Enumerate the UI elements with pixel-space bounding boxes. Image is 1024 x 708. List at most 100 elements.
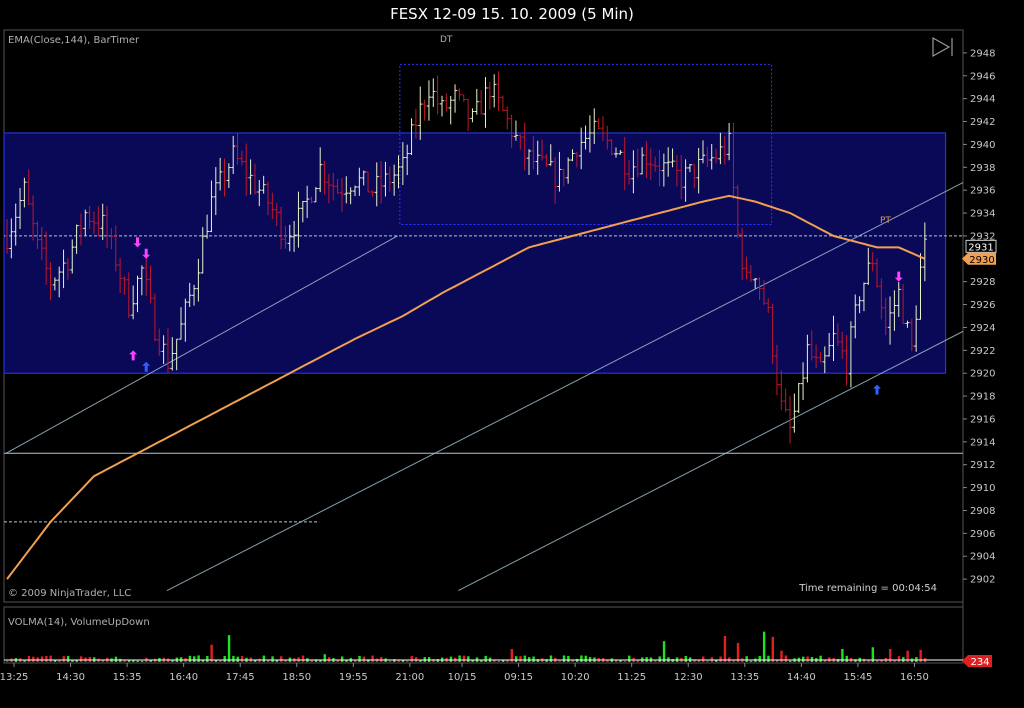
- volume-panel-frame: [3, 606, 964, 664]
- price-tick-label: 2928: [970, 277, 995, 288]
- svg-text:2930: 2930: [969, 255, 994, 266]
- volume-bar: [523, 655, 527, 662]
- price-tick-label: 2922: [970, 346, 995, 357]
- volume-bar: [723, 636, 727, 662]
- volume-bar: [88, 656, 92, 662]
- volume-bar: [284, 660, 287, 662]
- price-tick-label: 2908: [970, 506, 995, 517]
- volume-bar: [762, 631, 766, 662]
- volume-bar: [127, 660, 131, 662]
- volume-bar: [706, 660, 709, 662]
- price-tick-label: 2924: [970, 323, 995, 334]
- price-tick-label: 2920: [970, 369, 995, 380]
- volume-bar: [27, 655, 31, 662]
- price-axis[interactable]: 2902 2904 2906 2908 2910 2912 2914 2916 2918 2920…: [963, 48, 995, 586]
- volume-bar: [845, 655, 848, 662]
- volume-bar: [549, 655, 553, 662]
- volume-bar: [662, 641, 666, 662]
- volume-bar: [684, 655, 687, 662]
- time-tick-label: 15:45: [843, 672, 872, 683]
- volume-bar: [32, 656, 35, 662]
- volume-bar: [323, 654, 326, 662]
- volume-bar: [45, 655, 48, 662]
- volume-bar: [240, 656, 244, 662]
- volume-bar: [749, 660, 753, 662]
- time-tick-label: 14:30: [56, 672, 85, 683]
- volume-bar: [380, 656, 383, 662]
- time-axis[interactable]: 13:25 14:30 15:35 16:40 17:45 18:50 19:55 21:00…: [0, 663, 929, 683]
- price-tick-label: 2902: [970, 575, 995, 586]
- volume-bar: [458, 655, 461, 662]
- volume-bar: [219, 660, 222, 662]
- volume-bar: [876, 660, 879, 662]
- volume-bar: [519, 656, 522, 662]
- volume-bar: [628, 655, 631, 662]
- volume-bar: [223, 656, 226, 662]
- volume-bar: [140, 660, 144, 662]
- price-tick-label: 2946: [970, 71, 995, 82]
- volume-bar: [619, 660, 622, 662]
- volume-bar: [406, 660, 409, 662]
- copyright-label: © 2009 NinjaTrader, LLC: [8, 588, 131, 599]
- volume-indicator-label: VOLMA(14), VolumeUpDown: [8, 617, 150, 628]
- volume-bar: [210, 644, 213, 662]
- volume-bar: [819, 655, 822, 662]
- volume-bar: [40, 656, 44, 662]
- price-tick-label: 2936: [970, 186, 995, 197]
- time-tick-label: 12:30: [674, 672, 703, 683]
- volume-bar: [532, 656, 535, 662]
- volume-bar: [236, 656, 239, 662]
- volume-bar: [736, 642, 740, 662]
- price-tick-label: 2942: [970, 117, 995, 128]
- volume-bar: [410, 655, 413, 662]
- volume-bar: [371, 655, 374, 662]
- chart-canvas[interactable]: 2902 2904 2906 2908 2910 2912 2914 2916 2918 2920…: [0, 0, 1024, 708]
- time-tick-label: 09:15: [504, 672, 533, 683]
- volume-bar: [702, 656, 705, 662]
- volume-bar: [658, 656, 661, 662]
- time-remaining-label: Time remaining = 00:04:54: [798, 583, 937, 594]
- volume-bar: [467, 656, 470, 662]
- volume-bar: [66, 655, 70, 662]
- time-tick-label: 19:55: [339, 672, 368, 683]
- volume-bar: [497, 660, 500, 662]
- volume-bar: [232, 655, 235, 662]
- volume-bar: [206, 655, 209, 662]
- time-tick-label: 16:40: [169, 672, 198, 683]
- volume-bar: [789, 660, 792, 662]
- volume-bar: [806, 656, 809, 662]
- volume-bar: [227, 635, 231, 662]
- volume-bar: [301, 655, 305, 662]
- price-tick-label: 2926: [970, 300, 995, 311]
- price-tick-label: 2918: [970, 392, 995, 403]
- volume-bar: [275, 660, 279, 662]
- volume-bar: [514, 656, 518, 662]
- zone-label-pt: PT: [880, 216, 891, 226]
- volume-bar: [562, 655, 566, 662]
- price-tick-label: 2934: [970, 209, 995, 220]
- volume-bar: [580, 655, 583, 662]
- time-tick-label: 10/15: [448, 672, 477, 683]
- volume-bar: [758, 656, 761, 662]
- time-tick-label: 16:50: [900, 672, 929, 683]
- volume-bar: [893, 660, 896, 662]
- volume-bar: [114, 656, 118, 662]
- time-tick-label: 13:35: [730, 672, 759, 683]
- volume-bar: [771, 636, 774, 662]
- volume-bar: [358, 655, 361, 662]
- volume-bar: [897, 656, 901, 662]
- volume-bar: [462, 655, 466, 662]
- volume-bar: [280, 656, 283, 662]
- volume-bar: [388, 660, 392, 662]
- volume-bar: [767, 655, 770, 662]
- volume-bar: [584, 655, 587, 662]
- volume-bar: [23, 660, 26, 662]
- ema-price-marker: 2930: [962, 252, 996, 266]
- svg-text:2931: 2931: [968, 242, 993, 253]
- zone-label-dt: DT: [440, 35, 453, 45]
- volume-bar: [558, 660, 561, 662]
- volume-bar: [606, 660, 609, 662]
- volume-bar: [79, 656, 83, 662]
- time-tick-label: 18:50: [282, 672, 311, 683]
- volume-bar: [810, 656, 814, 662]
